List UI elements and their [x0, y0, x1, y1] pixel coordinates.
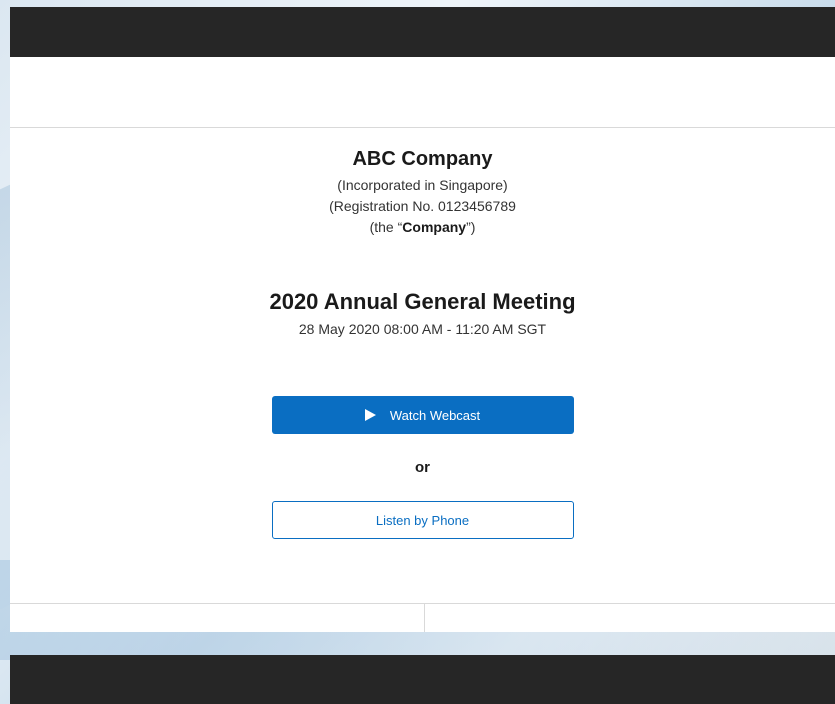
listen-by-phone-button[interactable]: Listen by Phone	[271, 501, 574, 539]
watch-webcast-label: Watch Webcast	[389, 407, 481, 423]
meeting-time: 28 May 2020 08:00 AM - 11:20 AM SGT	[298, 321, 547, 337]
play-icon	[364, 409, 376, 421]
company-info: ABC Company (Incorporated in Singapore) …	[10, 128, 835, 238]
defined-term: Company	[402, 219, 467, 235]
bottom-footer-bar	[10, 655, 835, 704]
meeting-info: 2020 Annual General Meeting 28 May 2020 …	[10, 288, 835, 339]
watch-webcast-button[interactable]: Watch Webcast	[271, 396, 574, 434]
or-separator: or	[415, 459, 430, 476]
footer-column-divider	[424, 604, 425, 632]
card-header-strip	[10, 57, 835, 128]
top-header-bar	[10, 7, 835, 57]
footer-divider	[10, 603, 835, 604]
incorporation-text: (Incorporated in Singapore)	[337, 177, 508, 193]
event-card: ABC Company (Incorporated in Singapore) …	[10, 57, 835, 632]
listen-by-phone-label: Listen by Phone	[375, 512, 470, 528]
defined-term-suffix: ”)	[466, 219, 476, 235]
company-name: ABC Company	[352, 148, 493, 170]
defined-term-prefix: (the “	[369, 219, 403, 235]
defined-term-text: (the “Company”)	[10, 217, 835, 238]
meeting-title: 2020 Annual General Meeting	[269, 289, 576, 314]
registration-text: (Registration No. 0123456789	[329, 198, 516, 214]
